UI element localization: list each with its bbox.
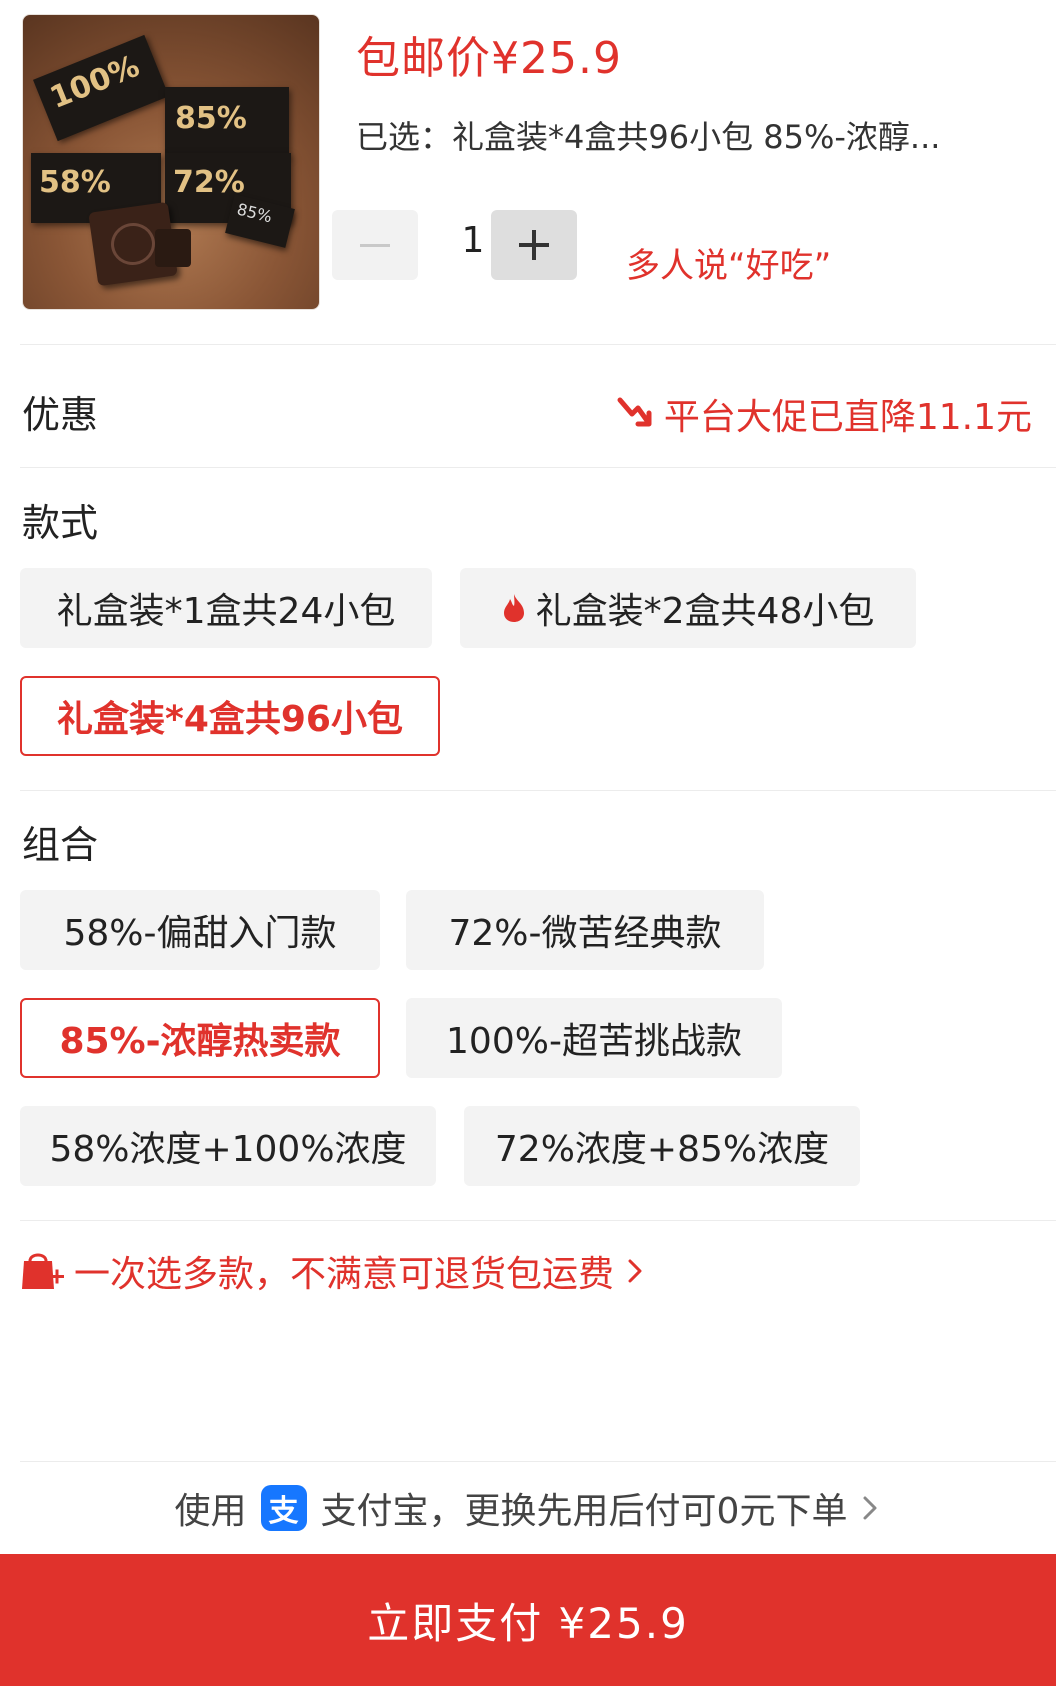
divider xyxy=(20,790,1056,791)
style-option-label: 礼盒装*4盒共96小包 xyxy=(57,699,403,740)
combo-option-label: 58%-偏甜入门款 xyxy=(63,913,337,954)
combo-option-100[interactable]: 100%-超苦挑战款 xyxy=(406,998,782,1078)
discount-label: 优惠 xyxy=(22,393,99,437)
combo-section-label: 组合 xyxy=(22,823,99,867)
chocolate-box-100: 100% xyxy=(33,34,169,142)
discount-value: 平台大促已直降11.1元 xyxy=(663,397,1032,438)
style-section-label: 款式 xyxy=(22,501,99,545)
chevron-right-icon xyxy=(863,1496,877,1520)
product-image[interactable]: 100% 85% 58% 72% 85% xyxy=(22,14,320,310)
combo-option-58[interactable]: 58%-偏甜入门款 xyxy=(20,890,380,970)
style-option-4box[interactable]: 礼盒装*4盒共96小包 xyxy=(20,676,440,756)
divider xyxy=(20,467,1056,468)
minus-icon xyxy=(360,243,390,247)
style-option-1box[interactable]: 礼盒装*1盒共24小包 xyxy=(20,568,432,648)
price-drop-icon xyxy=(617,397,652,427)
alipay-option[interactable]: 使用 支 支付宝，更换先用后付可0元下单 xyxy=(0,1462,1056,1554)
product-price: 包邮价¥25.9 xyxy=(356,33,622,84)
return-promo-banner[interactable]: 一次选多款，不满意可退货包运费 xyxy=(20,1245,646,1297)
chocolate-box-85: 85% xyxy=(165,87,289,157)
style-option-label: 礼盒装*2盒共48小包 xyxy=(535,591,875,632)
alipay-logo-icon: 支 xyxy=(260,1485,307,1531)
chevron-right-icon xyxy=(628,1259,642,1283)
discount-info[interactable]: 平台大促已直降11.1元 xyxy=(616,388,1032,440)
style-option-2box[interactable]: 礼盒装*2盒共48小包 xyxy=(460,568,916,648)
flame-icon xyxy=(503,594,524,622)
combo-option-label: 58%浓度+100%浓度 xyxy=(49,1129,407,1170)
divider xyxy=(20,1220,1056,1221)
product-header: 100% 85% 58% 72% 85% 包邮价¥25.9 已选：礼盒装*4盒共… xyxy=(22,12,1056,312)
chocolate-chunk xyxy=(155,229,191,267)
return-promo-text: 一次选多款，不满意可退货包运费 xyxy=(74,1254,615,1295)
divider xyxy=(20,344,1056,345)
alipay-prefix: 使用 xyxy=(174,1491,247,1532)
combo-option-label: 100%-超苦挑战款 xyxy=(446,1021,742,1062)
shopping-bag-plus-icon xyxy=(22,1253,64,1289)
pay-now-button[interactable]: 立即支付 ¥25.9 xyxy=(0,1554,1056,1686)
combo-option-label: 72%浓度+85%浓度 xyxy=(494,1129,830,1170)
combo-option-72-85[interactable]: 72%浓度+85%浓度 xyxy=(464,1106,860,1186)
combo-option-72[interactable]: 72%-微苦经典款 xyxy=(406,890,764,970)
quantity-decrease-button[interactable] xyxy=(332,210,418,280)
combo-option-label: 85%-浓醇热卖款 xyxy=(59,1021,341,1062)
alipay-text: 支付宝，更换先用后付可0元下单 xyxy=(320,1491,848,1532)
quantity-increase-button[interactable] xyxy=(491,210,577,280)
combo-option-58-100[interactable]: 58%浓度+100%浓度 xyxy=(20,1106,436,1186)
combo-option-85[interactable]: 85%-浓醇热卖款 xyxy=(20,998,380,1078)
praise-tag: 多人说“好吃” xyxy=(626,246,832,286)
selected-variant[interactable]: 已选：礼盒装*4盒共96小包 85%-浓醇... xyxy=(356,112,940,158)
style-option-label: 礼盒装*1盒共24小包 xyxy=(56,591,396,632)
combo-option-label: 72%-微苦经典款 xyxy=(448,913,722,954)
